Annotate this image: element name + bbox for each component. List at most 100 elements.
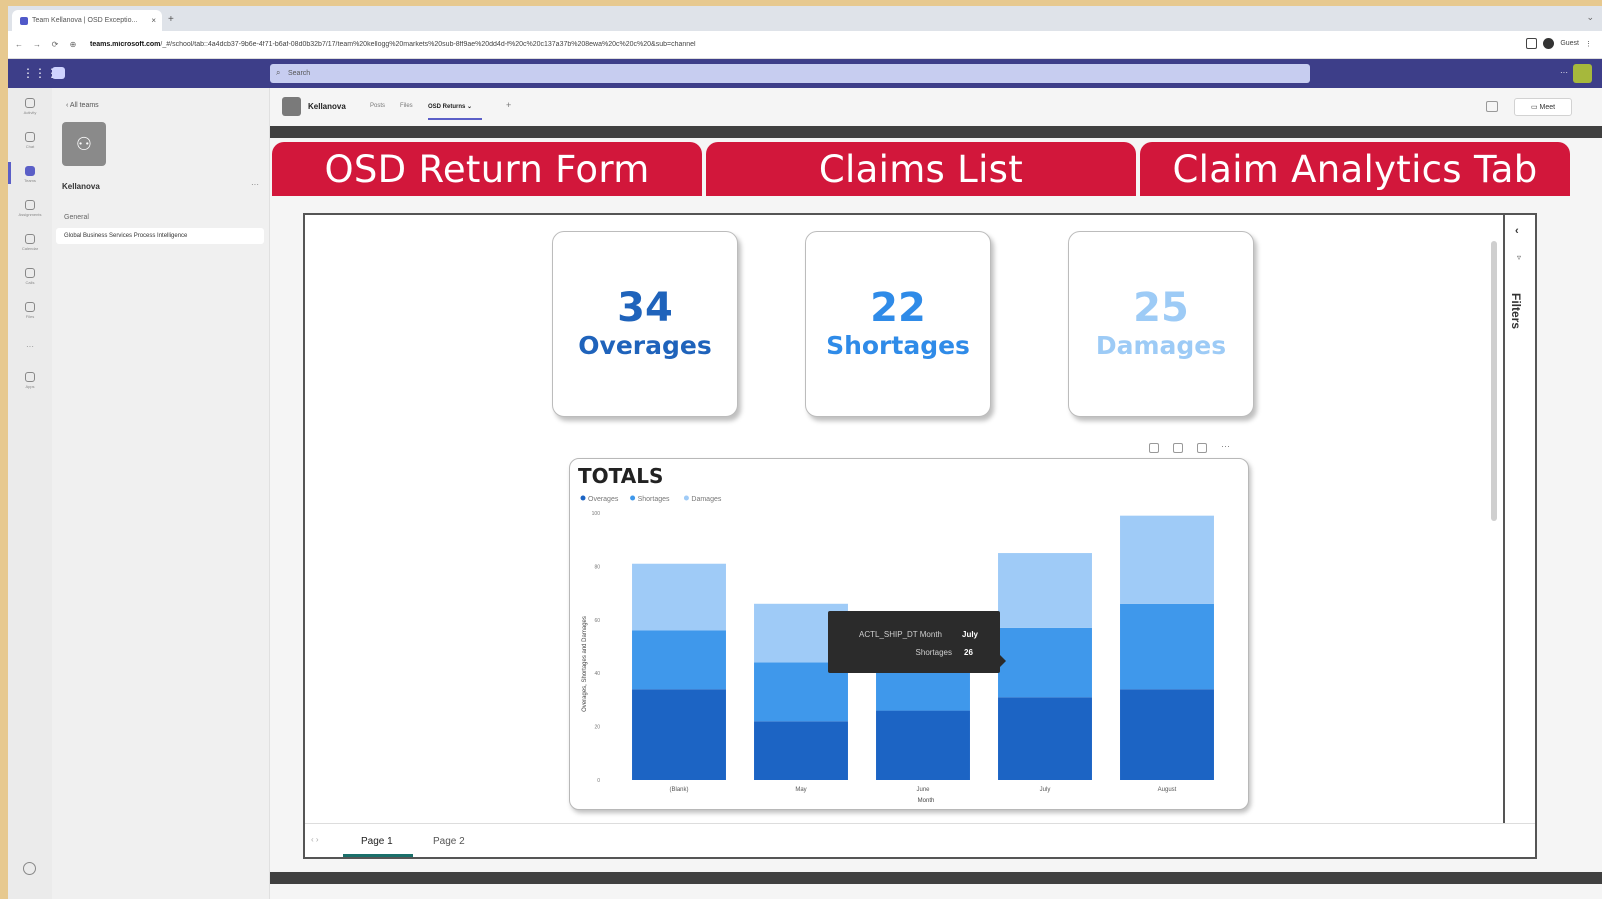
profile-label[interactable]: Guest	[1560, 40, 1579, 47]
legend-marker	[630, 495, 636, 501]
bar-segment[interactable]	[998, 553, 1092, 628]
bar-segment[interactable]	[1120, 515, 1214, 604]
bell-icon	[25, 98, 35, 108]
header-more-icon[interactable]: ···	[1560, 68, 1568, 77]
x-tick-label: August	[1158, 787, 1177, 793]
page-tab-2[interactable]: Page 2	[433, 836, 465, 847]
bar-segment[interactable]	[876, 710, 970, 780]
rail-assignments[interactable]: Assignments	[19, 200, 41, 218]
all-teams-link[interactable]: ‹ All teams	[66, 102, 99, 109]
report-bottom-bar	[270, 872, 1602, 884]
tab-files[interactable]: Files	[400, 103, 413, 109]
rail-apps[interactable]: Apps	[20, 372, 40, 390]
chart-title: TOTALS	[578, 464, 663, 488]
channel-general[interactable]: General	[64, 214, 89, 221]
bar-segment[interactable]	[632, 563, 726, 631]
powerbi-report: 34 Overages 22 Shortages 25 Damages ··· …	[303, 213, 1537, 859]
legend-label[interactable]: Damages	[691, 496, 721, 503]
channel-header: Kellanova Posts Files OSD Returns ⌄ + ▭ …	[270, 88, 1602, 126]
x-tick-label: (Blank)	[669, 787, 688, 793]
claim-analytics-tab[interactable]: Claim Analytics Tab	[1140, 142, 1570, 196]
tooltip-val-1: July	[962, 630, 979, 639]
rail-chat[interactable]: Chat	[20, 132, 40, 150]
apps-icon	[25, 372, 35, 382]
url-path: /_#/school/tab::4a4dcb37-9b6e-4f71-b6af-…	[160, 41, 696, 48]
site-info-icon[interactable]: ⊕	[66, 40, 80, 49]
y-axis-label: Overages, Shortages and Damages	[582, 616, 588, 712]
bar-segment[interactable]	[1120, 689, 1214, 780]
browser-menu-icon[interactable]: ⋮	[1585, 40, 1592, 48]
add-tab-button[interactable]: +	[506, 100, 511, 110]
bar-segment[interactable]	[998, 627, 1092, 698]
tab-posts[interactable]: Posts	[370, 103, 385, 109]
kpi-label: Overages	[578, 331, 712, 360]
kpi-card-damages[interactable]: 25 Damages	[1068, 231, 1254, 417]
chart-tooltip: ACTL_SHIP_DT Month July Shortages 26	[828, 611, 1006, 673]
page-nav-arrows-icon[interactable]: ‹ ›	[311, 835, 319, 844]
user-avatar[interactable]	[1573, 64, 1592, 83]
video-icon: ▭	[1530, 104, 1540, 111]
y-tick-label: 20	[594, 725, 600, 731]
tooltip-key-2: Shortages	[916, 648, 952, 657]
close-tab-icon[interactable]: ×	[151, 16, 156, 25]
rail-calls[interactable]: Calls	[20, 268, 40, 286]
chart-svg: TOTALS Overages Shortages Damages Overages…	[578, 464, 1214, 804]
claims-list-tab[interactable]: Claims List	[706, 142, 1136, 196]
tab-osd-returns[interactable]: OSD Returns ⌄	[428, 103, 472, 110]
rail-more[interactable]: ···	[20, 340, 40, 358]
legend-label[interactable]: Shortages	[638, 496, 670, 503]
report-scrollbar[interactable]	[1491, 241, 1497, 521]
page-tab-1[interactable]: Page 1	[361, 836, 393, 847]
tab-search-icon[interactable]: ⌄	[1586, 12, 1594, 23]
channel-selected[interactable]: Global Business Services Process Intelli…	[56, 228, 264, 244]
app-launcher-icon[interactable]: ⋮⋮⋮	[22, 67, 58, 79]
legend-label[interactable]: Overages	[588, 496, 619, 503]
rail-activity[interactable]: Activity	[20, 98, 40, 116]
rail-files[interactable]: Files	[20, 302, 40, 320]
copy-visual-icon[interactable]	[1149, 443, 1159, 453]
team-name[interactable]: Kellanova	[62, 182, 100, 191]
tooltip-box	[828, 611, 1000, 673]
osd-return-form-tab[interactable]: OSD Return Form	[272, 142, 702, 196]
team-more-icon[interactable]: ···	[251, 180, 259, 189]
y-ticks: 0 20 40 60 80 100	[592, 511, 601, 784]
browser-tab[interactable]: Team Kellanova | OSD Exceptio... ×	[12, 10, 162, 31]
kpi-card-overages[interactable]: 34 Overages	[552, 231, 738, 417]
filters-label[interactable]: Filters	[1509, 293, 1523, 329]
funnel-icon: ▿	[1517, 253, 1522, 262]
search-icon: ⌕	[276, 68, 281, 77]
profile-icon[interactable]	[1543, 38, 1555, 49]
help-icon[interactable]	[23, 862, 36, 875]
new-tab-button[interactable]: +	[168, 14, 174, 25]
kpi-card-shortages[interactable]: 22 Shortages	[805, 231, 991, 417]
rail-calendar[interactable]: Calendar	[20, 234, 40, 252]
totals-chart[interactable]: TOTALS Overages Shortages Damages Overages…	[569, 458, 1249, 810]
meet-label: Meet	[1539, 103, 1556, 111]
back-icon[interactable]: ←	[12, 40, 26, 49]
screen: Team Kellanova | OSD Exceptio... × + ⌄ ←…	[8, 6, 1602, 899]
forward-icon[interactable]: →	[30, 40, 44, 49]
channel-icon	[282, 97, 301, 116]
focus-mode-icon[interactable]	[1197, 443, 1207, 453]
kpi-label: Damages	[1095, 331, 1227, 360]
bar-segment[interactable]	[998, 697, 1092, 780]
kpi-value: 22	[870, 285, 926, 331]
more-options-icon[interactable]: ···	[1221, 442, 1231, 453]
bar-segment[interactable]	[632, 689, 726, 780]
collapse-filters-icon[interactable]: ‹	[1515, 225, 1519, 237]
search-input[interactable]: ⌕ Search	[270, 64, 1310, 83]
url-field[interactable]: teams.microsoft.com/_#/school/tab::4a4dc…	[90, 41, 890, 48]
bar-segment[interactable]	[632, 630, 726, 690]
bar-segment[interactable]	[754, 721, 848, 780]
filter-pane: ‹ ▿ Filters	[1503, 215, 1535, 825]
rail-label: Calls	[25, 280, 35, 285]
sidebar-icon[interactable]	[1526, 38, 1538, 49]
rail-teams[interactable]: Teams	[20, 166, 40, 184]
reload-icon[interactable]: ⟳	[48, 40, 62, 49]
channel-info-icon[interactable]	[1486, 101, 1498, 112]
meet-button[interactable]: ▭ Meet	[1514, 98, 1572, 116]
filter-visual-icon[interactable]	[1173, 443, 1183, 453]
bar-segment[interactable]	[1120, 603, 1214, 690]
rail-label: Calendar	[21, 246, 39, 251]
x-axis-label: Month	[918, 798, 935, 804]
